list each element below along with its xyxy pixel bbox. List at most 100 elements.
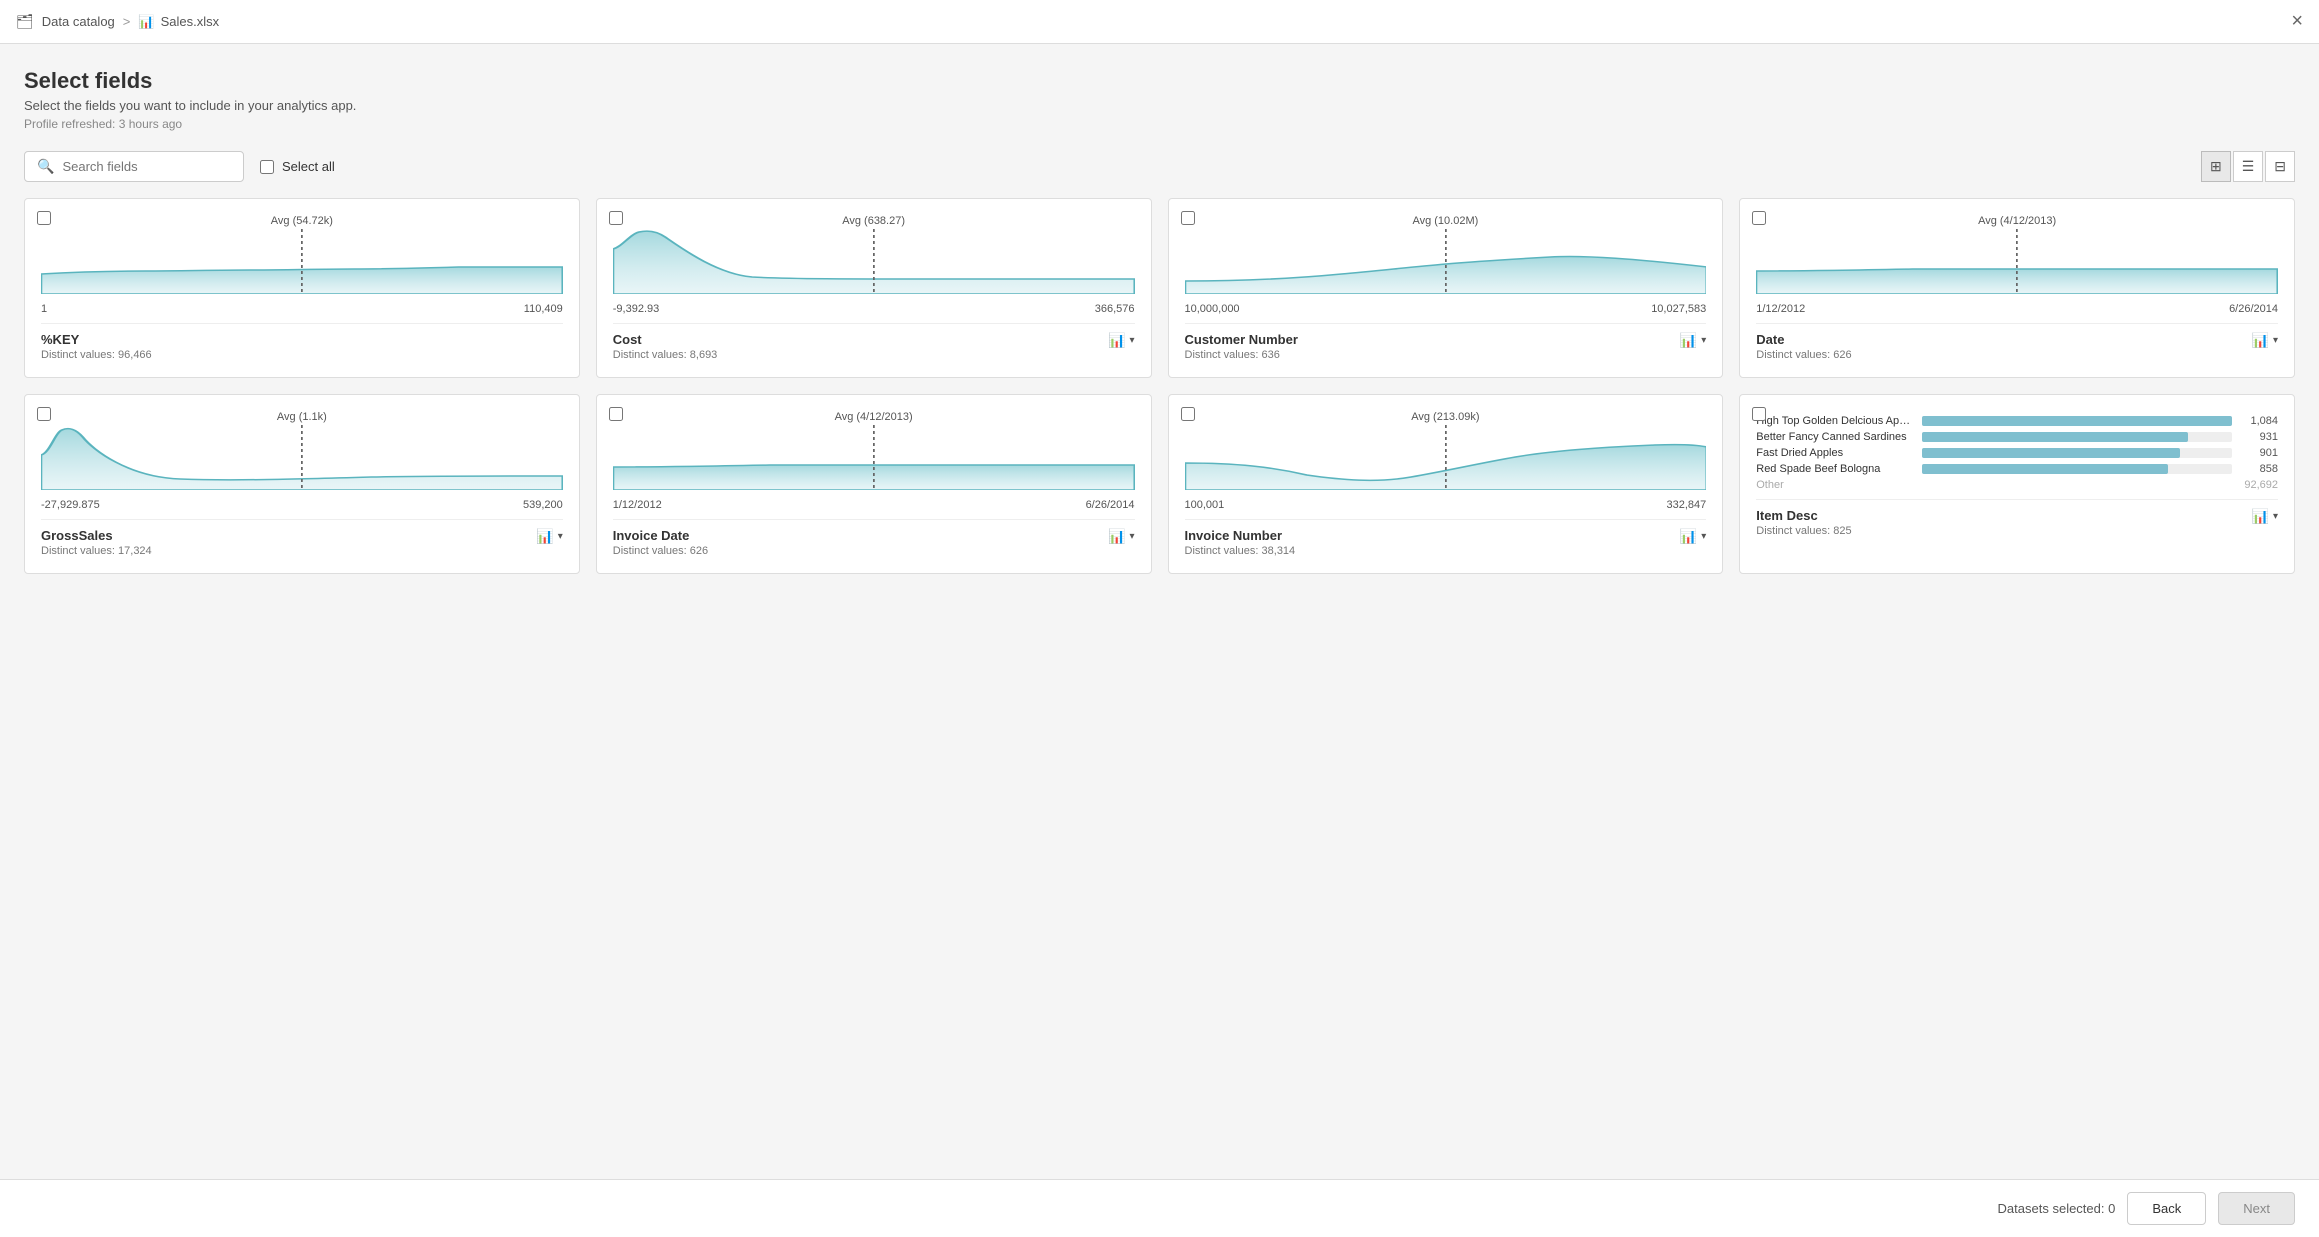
field-name: %KEY: [41, 332, 152, 347]
card-footer: Invoice Date Distinct values: 626 📊 ▾: [613, 519, 1135, 557]
range-min: -27,929.875: [41, 499, 100, 511]
range-min: -9,392.93: [613, 303, 659, 315]
bottom-bar: Datasets selected: 0 Back Next: [0, 1179, 2319, 1237]
field-distinct: Distinct values: 825: [1756, 525, 1851, 537]
main-content: Select fields Select the fields you want…: [0, 44, 2319, 574]
datasets-selected-label: Datasets selected: 0: [1998, 1201, 2116, 1216]
chart-range: 10,000,000 10,027,583: [1185, 303, 1707, 315]
chart-area: Avg (1.1k): [41, 411, 563, 491]
toolbar: 🔍 Select all ⊞ ☰ ⊟: [24, 151, 2295, 182]
field-distinct: Distinct values: 626: [1756, 349, 1851, 361]
close-button[interactable]: ×: [2291, 10, 2303, 33]
view-grid-button[interactable]: ⊞: [2201, 151, 2231, 182]
chart-toggle-icon[interactable]: 📊: [1680, 332, 1697, 349]
chart-avg-label: Avg (638.27): [842, 215, 905, 227]
range-min: 1: [41, 303, 47, 315]
chart-svg: [613, 425, 1135, 490]
chevron-down-icon[interactable]: ▾: [2273, 335, 2278, 346]
back-button[interactable]: Back: [2127, 1192, 2206, 1225]
chart-area: Avg (4/12/2013): [1756, 215, 2278, 295]
card-footer: Date Distinct values: 626 📊 ▾: [1756, 323, 2278, 361]
chevron-down-icon[interactable]: ▾: [1129, 335, 1134, 346]
chevron-down-icon[interactable]: ▾: [1701, 531, 1706, 542]
range-max: 366,576: [1095, 303, 1135, 315]
field-actions: 📊 ▾: [1680, 528, 1706, 545]
field-name: GrossSales: [41, 528, 152, 543]
chevron-down-icon[interactable]: ▾: [558, 531, 563, 542]
field-card-customer_number[interactable]: Avg (10.02M) 10,000,000 10,027,583: [1168, 198, 1724, 378]
field-name: Date: [1756, 332, 1851, 347]
field-info: Cost Distinct values: 8,693: [613, 332, 718, 361]
field-name: Customer Number: [1185, 332, 1298, 347]
select-all-wrapper: Select all: [260, 159, 335, 174]
chart-avg-label: Avg (54.72k): [271, 215, 333, 227]
view-toggle: ⊞ ☰ ⊟: [2201, 151, 2295, 182]
chart-range: 1/12/2012 6/26/2014: [1756, 303, 2278, 315]
field-name: Invoice Number: [1185, 528, 1296, 543]
card-footer: Item Desc Distinct values: 825 📊 ▾: [1756, 499, 2278, 537]
chart-avg-label: Avg (10.02M): [1412, 215, 1478, 227]
chevron-down-icon[interactable]: ▾: [2273, 511, 2278, 522]
view-table-button[interactable]: ⊟: [2265, 151, 2295, 182]
field-actions: 📊 ▾: [2252, 332, 2278, 349]
field-card-invoice_number[interactable]: Avg (213.09k) 100,001 332,847: [1168, 394, 1724, 574]
search-input[interactable]: [62, 159, 222, 174]
file-name: Sales.xlsx: [161, 14, 220, 29]
next-button[interactable]: Next: [2218, 1192, 2295, 1225]
view-list-button[interactable]: ☰: [2233, 151, 2264, 182]
field-info: GrossSales Distinct values: 17,324: [41, 528, 152, 557]
field-actions: 📊 ▾: [536, 528, 562, 545]
card-footer: Customer Number Distinct values: 636 📊 ▾: [1185, 323, 1707, 361]
field-card-gross_sales[interactable]: Avg (1.1k) -27,929.875 539,200: [24, 394, 580, 574]
chart-area: Avg (10.02M): [1185, 215, 1707, 295]
chart-toggle-icon[interactable]: 📊: [1108, 332, 1125, 349]
field-actions: 📊 ▾: [1680, 332, 1706, 349]
search-box[interactable]: 🔍: [24, 151, 244, 182]
chart-toggle-icon[interactable]: 📊: [536, 528, 553, 545]
file-icon: 📊: [138, 14, 154, 30]
bar-chart: High Top Golden Delcious Apples 1,084 Be…: [1756, 411, 2278, 499]
card-footer: Invoice Number Distinct values: 38,314 📊…: [1185, 519, 1707, 557]
field-card-date[interactable]: Avg (4/12/2013) 1/12/2012 6/26/2014: [1739, 198, 2295, 378]
breadcrumb-data-catalog[interactable]: Data catalog: [42, 14, 115, 29]
range-max: 332,847: [1666, 499, 1706, 511]
field-name: Item Desc: [1756, 508, 1851, 523]
card-footer: GrossSales Distinct values: 17,324 📊 ▾: [41, 519, 563, 557]
field-info: %KEY Distinct values: 96,466: [41, 332, 152, 361]
chart-range: 1 110,409: [41, 303, 563, 315]
search-icon: 🔍: [37, 158, 54, 175]
chevron-down-icon[interactable]: ▾: [1701, 335, 1706, 346]
chart-avg-label: Avg (213.09k): [1411, 411, 1479, 423]
page-subtitle: Select the fields you want to include in…: [24, 98, 2295, 113]
chart-svg: [1185, 229, 1707, 294]
page-title: Select fields: [24, 68, 2295, 94]
chevron-down-icon[interactable]: ▾: [1129, 531, 1134, 542]
card-footer: %KEY Distinct values: 96,466: [41, 323, 563, 361]
chart-toggle-icon[interactable]: 📊: [1680, 528, 1697, 545]
range-min: 1/12/2012: [1756, 303, 1805, 315]
field-card-invoice_date[interactable]: Avg (4/12/2013) 1/12/2012 6/26/2014: [596, 394, 1152, 574]
chart-toggle-icon[interactable]: 📊: [2252, 508, 2269, 525]
top-bar: 🗂 Data catalog > 📊 Sales.xlsx ×: [0, 0, 2319, 44]
breadcrumb: 🗂 Data catalog > 📊 Sales.xlsx: [16, 13, 219, 30]
range-min: 100,001: [1185, 499, 1225, 511]
field-card-item_desc[interactable]: High Top Golden Delcious Apples 1,084 Be…: [1739, 394, 2295, 574]
breadcrumb-file: 📊 Sales.xlsx: [138, 14, 219, 30]
chart-range: -9,392.93 366,576: [613, 303, 1135, 315]
field-actions: 📊 ▾: [1108, 332, 1134, 349]
field-distinct: Distinct values: 96,466: [41, 349, 152, 361]
chart-toggle-icon[interactable]: 📊: [2252, 332, 2269, 349]
select-all-checkbox[interactable]: [260, 160, 274, 174]
chart-svg: [1756, 229, 2278, 294]
chart-avg-label: Avg (4/12/2013): [835, 411, 913, 423]
select-all-label[interactable]: Select all: [282, 159, 335, 174]
card-checkbox-item_desc[interactable]: [1752, 407, 1766, 421]
field-actions: 📊 ▾: [2252, 508, 2278, 525]
chart-toggle-icon[interactable]: 📊: [1108, 528, 1125, 545]
field-card-cost[interactable]: Avg (638.27) -9,392.93 366,576: [596, 198, 1152, 378]
field-distinct: Distinct values: 636: [1185, 349, 1298, 361]
data-catalog-icon: 🗂: [16, 13, 34, 30]
page-refresh: Profile refreshed: 3 hours ago: [24, 117, 2295, 131]
field-card-key[interactable]: Avg (54.72k) 1 110,409: [24, 198, 580, 378]
field-distinct: Distinct values: 17,324: [41, 545, 152, 557]
